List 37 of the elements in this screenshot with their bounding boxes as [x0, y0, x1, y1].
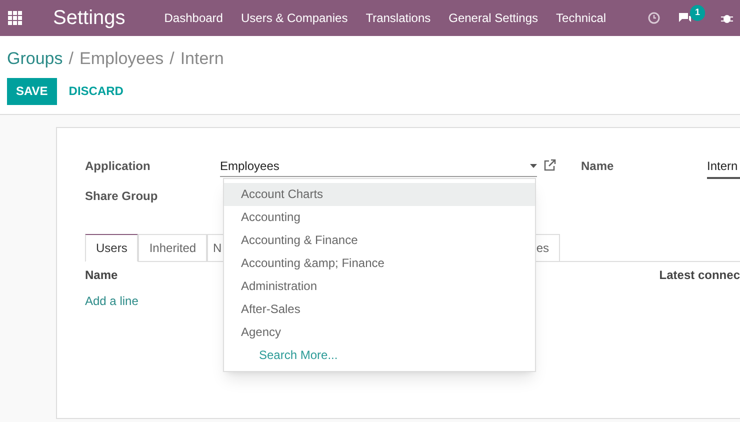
- column-header: Name: [85, 266, 118, 284]
- menu-item[interactable]: Technical: [556, 9, 606, 27]
- menu-item[interactable]: Users & Companies: [240, 9, 348, 27]
- dropdown-option[interactable]: After-Sales: [224, 298, 535, 320]
- chat-icon[interactable]: [678, 12, 692, 24]
- name-field[interactable]: Intern: [707, 156, 740, 178]
- dropdown-option[interactable]: Administration: [224, 274, 535, 298]
- column-header: Latest connec: [659, 266, 740, 284]
- breadcrumb-text: Employees: [79, 48, 164, 70]
- dropdown-option[interactable]: Accounting: [224, 206, 535, 228]
- tab[interactable]: Users: [85, 234, 138, 262]
- breadcrumb-link[interactable]: Groups: [7, 46, 63, 72]
- breadcrumb-separator: /: [68, 48, 74, 70]
- bug-icon[interactable]: [721, 12, 734, 24]
- dropdown-option[interactable]: Agency: [224, 320, 535, 344]
- menu-item[interactable]: Dashboard: [164, 9, 223, 27]
- breadcrumb-text: Intern: [180, 48, 224, 70]
- message-count-badge: 1: [690, 5, 706, 21]
- field-label: Name: [581, 158, 615, 174]
- search-more-link[interactable]: Search More...: [224, 344, 535, 366]
- tab[interactable]: Inherited: [138, 234, 208, 262]
- save-button[interactable]: SAVE: [7, 78, 57, 104]
- caret-icon[interactable]: [530, 164, 537, 168]
- field-label: Share Group: [85, 188, 159, 204]
- dropdown-option[interactable]: Accounting &amp; Finance: [224, 252, 535, 274]
- discard-button[interactable]: DISCARD: [62, 78, 130, 104]
- app-title: Settings: [53, 6, 126, 31]
- external-link-icon[interactable]: [544, 158, 556, 170]
- breadcrumb-separator: /: [170, 48, 174, 70]
- menu-item[interactable]: Translations: [366, 9, 431, 27]
- dropdown-option[interactable]: Accounting & Finance: [224, 228, 535, 252]
- field-label: Application: [85, 158, 152, 174]
- application-field[interactable]: Employees: [220, 156, 537, 176]
- menu-item[interactable]: General Settings: [448, 9, 538, 27]
- apps-menu-icon[interactable]: [8, 11, 22, 25]
- dropdown-option[interactable]: Account Charts: [224, 182, 535, 206]
- clock-icon[interactable]: [648, 12, 660, 24]
